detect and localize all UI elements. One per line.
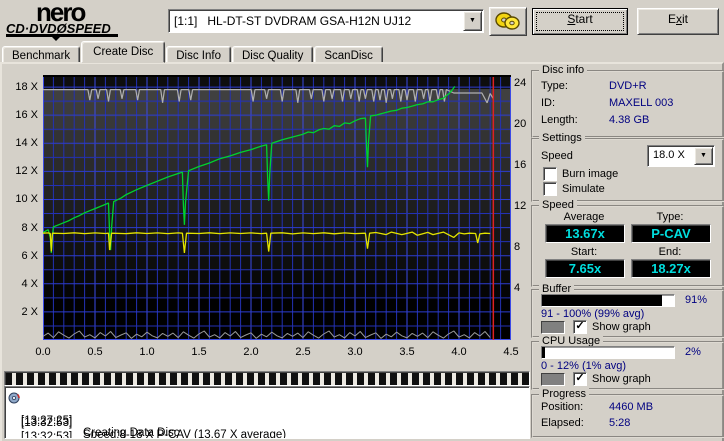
average-speed-display: 13.67x: [545, 224, 625, 243]
left-axis-tick-6: 6 X: [4, 250, 38, 262]
x-axis-tick-3.5: 3.5: [390, 346, 424, 358]
exit-button[interactable]: Exit: [637, 8, 719, 35]
cpu-legend-swatch: [541, 373, 565, 386]
burn-image-checkbox[interactable]: [543, 167, 557, 181]
x-axis-tick-2.0: 2.0: [234, 346, 268, 358]
x-axis-tick-0.0: 0.0: [26, 346, 60, 358]
nero-cd-dvd-speed-window: nero CD·DVDØSPEED [1:1] HL-DT-ST DVDRAM …: [0, 0, 724, 441]
exit-button-label: Exit: [668, 12, 688, 26]
disc-type-label: Type:: [541, 80, 568, 92]
cpu-show-graph-label: Show graph: [592, 373, 651, 385]
buffer-range-text: 91 - 100% (99% avg): [541, 308, 644, 320]
x-axis-tick-1.0: 1.0: [130, 346, 164, 358]
left-axis-tick-4: 4 X: [4, 278, 38, 290]
x-axis-tick-2.5: 2.5: [286, 346, 320, 358]
nero-logo-text: nero: [36, 1, 166, 23]
log-line: [13:32:53] Elapsed Time: 5:28: [5, 419, 529, 433]
x-axis-tick-0.5: 0.5: [78, 346, 112, 358]
logo-triangle: [52, 37, 60, 41]
x-axis-tick-3.0: 3.0: [338, 346, 372, 358]
start-speed-label: Start:: [543, 246, 625, 258]
buffer-legend-swatch: [541, 321, 565, 334]
end-speed-display: 18.27x: [631, 259, 711, 278]
speed-setting-value: 18.0 X: [653, 149, 685, 161]
log-line: [13:27:25] Creating Data Disc: [5, 391, 529, 405]
info-disc-icon: [8, 392, 20, 404]
start-button[interactable]: Start: [532, 8, 628, 35]
cpu-usage-group: CPU Usage 2% 0 - 12% (1% avg) ✓ Show gra…: [531, 341, 724, 390]
cpu-percent: 2%: [685, 346, 701, 358]
cd-dvd-speed-logo-text: CD·DVDØSPEED: [6, 23, 166, 34]
buffer-show-graph-checkbox[interactable]: ✓: [573, 320, 587, 334]
left-axis-tick-16: 16 X: [4, 109, 38, 121]
speed-setting-select[interactable]: 18.0 X ▼: [647, 145, 715, 167]
speed-type-display: P-CAV: [631, 224, 711, 243]
tab-create-disc[interactable]: Create Disc: [81, 41, 165, 63]
logo-underline: [6, 34, 118, 37]
speed-group: Speed Average Type: 13.67x P-CAV Start: …: [531, 205, 724, 287]
disc-id-label: ID:: [541, 97, 555, 109]
cpu-range-text: 0 - 12% (1% avg): [541, 360, 626, 372]
log-line: [13:32:53] Speed:8-18 X P-CAV (13.67 X a…: [5, 405, 529, 419]
x-axis-tick-4.0: 4.0: [442, 346, 476, 358]
disc-info-group: Disc info Type: DVD+R ID: MAXELL 003 Len…: [531, 70, 724, 138]
simulate-checkbox[interactable]: [543, 182, 557, 196]
left-axis-tick-12: 12 X: [4, 165, 38, 177]
disc-id-value: MAXELL 003: [609, 97, 673, 109]
buffer-group: Buffer 91% 91 - 100% (99% avg) ✓ Show gr…: [531, 289, 724, 338]
simulate-label: Simulate: [562, 183, 605, 195]
speed-type-label: Type:: [629, 211, 711, 223]
buffer-bar: [541, 294, 675, 307]
disc-length-value: 4.38 GB: [609, 114, 649, 126]
status-log: [13:27:25] Creating Data Disc [13:32:53]…: [4, 386, 530, 439]
x-axis-tick-4.5: 4.5: [494, 346, 528, 358]
elapsed-label: Elapsed:: [541, 417, 584, 429]
drive-selector[interactable]: [1:1] HL-DT-ST DVDRAM GSA-H12N UJ12 ▼: [168, 9, 484, 33]
start-button-focus-rect: [536, 12, 624, 31]
cpu-show-graph-checkbox[interactable]: ✓: [573, 372, 587, 386]
x-axis-tick-1.5: 1.5: [182, 346, 216, 358]
left-axis-tick-8: 8 X: [4, 222, 38, 234]
drive-selector-dropdown-button[interactable]: ▼: [463, 11, 482, 31]
buffer-percent: 91%: [685, 294, 707, 306]
position-value: 4460 MB: [609, 401, 653, 413]
left-axis-tick-2: 2 X: [4, 306, 38, 318]
disc-type-value: DVD+R: [609, 80, 647, 92]
buffer-bar-fill: [542, 295, 662, 306]
speed-setting-label: Speed: [541, 150, 573, 162]
drive-selector-value: [1:1] HL-DT-ST DVDRAM GSA-H12N UJ12: [174, 14, 411, 28]
write-progress-marquee: [4, 371, 530, 386]
cpu-bar: [541, 346, 675, 359]
position-label: Position:: [541, 401, 583, 413]
left-axis-tick-14: 14 X: [4, 137, 38, 149]
nero-logo: nero CD·DVDØSPEED: [6, 1, 166, 39]
average-speed-label: Average: [543, 211, 625, 223]
start-speed-display: 7.65x: [545, 259, 625, 278]
speed-setting-dropdown-button[interactable]: ▼: [694, 147, 713, 165]
speed-title: Speed: [539, 199, 577, 211]
buffer-show-graph-label: Show graph: [592, 321, 651, 333]
left-axis-tick-10: 10 X: [4, 193, 38, 205]
log-time: [13:32:53]: [21, 431, 72, 439]
disc-length-label: Length:: [541, 114, 578, 126]
progress-group: Progress Position: 4460 MB Elapsed: 5:28: [531, 394, 724, 438]
settings-group: Settings Speed 18.0 X ▼ Burn image Simul…: [531, 138, 724, 202]
burn-image-label: Burn image: [562, 168, 618, 180]
cpu-bar-fill: [542, 347, 545, 358]
tab-strip: BenchmarkCreate DiscDisc InfoDisc Qualit…: [2, 43, 724, 63]
end-speed-label: End:: [629, 246, 711, 258]
disc-tool-button[interactable]: [489, 7, 527, 36]
speed-chart: [43, 75, 511, 340]
yellow-discs-icon: [490, 8, 524, 33]
disc-info-title: Disc info: [539, 64, 587, 76]
speed-chart-canvas: [43, 75, 511, 340]
settings-title: Settings: [539, 132, 585, 144]
progress-title: Progress: [539, 388, 589, 400]
left-axis-tick-18: 18 X: [4, 81, 38, 93]
elapsed-value: 5:28: [609, 417, 630, 429]
